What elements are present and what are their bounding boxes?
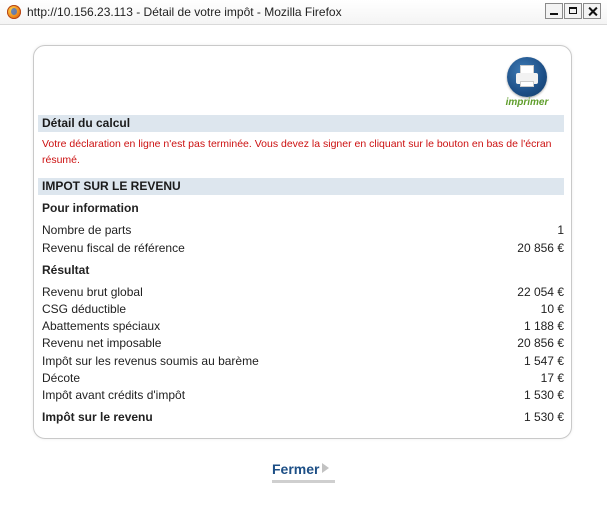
- window-titlebar: http://10.156.23.113 - Détail de votre i…: [0, 0, 607, 25]
- detail-section-header: Détail du calcul: [38, 115, 564, 132]
- window-title: http://10.156.23.113 - Détail de votre i…: [27, 5, 342, 19]
- row-value: 1: [557, 223, 564, 237]
- row-value: 22 054 €: [517, 285, 564, 299]
- row-value: 1 547 €: [523, 354, 564, 368]
- row-value: 20 856 €: [517, 241, 564, 255]
- row-label: Impôt sur le revenu: [42, 410, 153, 424]
- result-subheading: Résultat: [42, 263, 90, 277]
- info-subheading: Pour information: [42, 201, 139, 215]
- row-label: Revenu fiscal de référence: [42, 241, 185, 255]
- printer-icon: [507, 57, 547, 97]
- row-value: 1 530 €: [523, 410, 564, 424]
- row-label: Revenu brut global: [42, 285, 143, 299]
- print-label: imprimer: [505, 97, 549, 108]
- row-value: 1 188 €: [523, 319, 564, 333]
- income-section-header: IMPOT SUR LE REVENU: [38, 178, 564, 195]
- firefox-icon: [7, 5, 21, 19]
- row-label: Impôt sur les revenus soumis au barème: [42, 354, 259, 368]
- minimize-button[interactable]: [545, 3, 563, 19]
- row-value: 10 €: [540, 302, 564, 316]
- print-button[interactable]: imprimer: [497, 56, 557, 110]
- row-label: Impôt avant crédits d'impôt: [42, 388, 186, 402]
- row-label: Décote: [42, 371, 81, 385]
- row-label: CSG déductible: [42, 302, 127, 316]
- close-button-label: Fermer: [272, 461, 320, 477]
- maximize-button[interactable]: [564, 3, 582, 19]
- row-label: Revenu net imposable: [42, 336, 162, 350]
- play-arrow-icon: [322, 463, 330, 473]
- close-button-underline: [272, 480, 335, 483]
- window-controls: [545, 3, 601, 19]
- row-value: 20 856 €: [517, 336, 564, 350]
- row-label: Nombre de parts: [42, 223, 132, 237]
- close-window-button[interactable]: [583, 3, 601, 19]
- row-value: 1 530 €: [523, 388, 564, 402]
- row-value: 17 €: [540, 371, 564, 385]
- close-button[interactable]: Fermer: [272, 461, 335, 483]
- signature-warning: Votre déclaration en ligne n'est pas ter…: [42, 138, 552, 166]
- row-label: Abattements spéciaux: [42, 319, 161, 333]
